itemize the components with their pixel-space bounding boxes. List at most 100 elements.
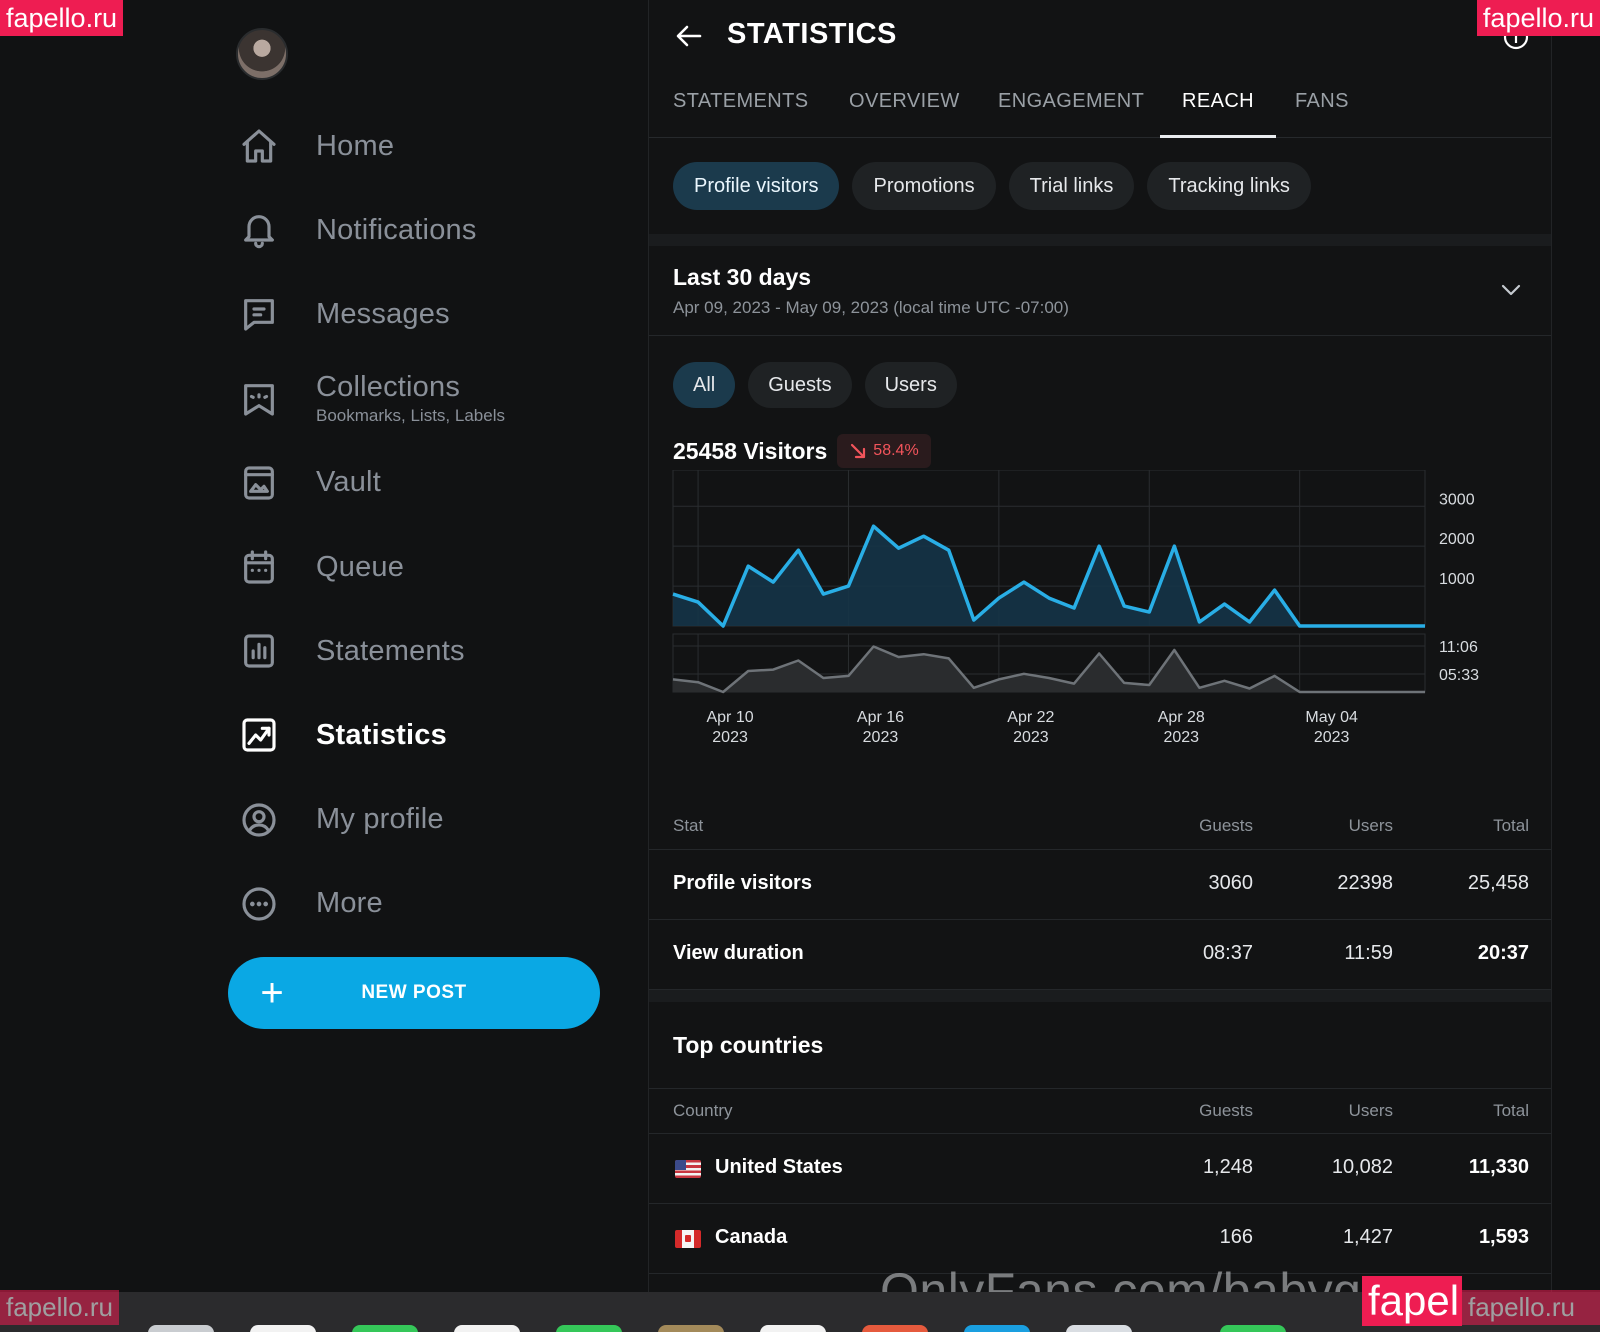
countries-table-header: Country Guests Users Total — [649, 1088, 1551, 1134]
dock-app-icon[interactable] — [964, 1325, 1030, 1332]
tab-overview[interactable]: OVERVIEW — [849, 90, 960, 138]
new-post-label: NEW POST — [361, 982, 467, 1003]
sidebar-item-more[interactable]: More — [236, 862, 616, 946]
chevron-down-icon — [1497, 276, 1525, 304]
dock-app-icon[interactable] — [760, 1325, 826, 1332]
us-flag-icon — [675, 1160, 701, 1178]
country-guests: 166 — [1219, 1226, 1253, 1248]
sidebar-item-collections[interactable]: Collections Bookmarks, Lists, Labels — [236, 357, 616, 441]
section-title: Top countries — [673, 1032, 824, 1058]
watermark-bottom-big: fapel — [1362, 1276, 1462, 1327]
sidebar-item-statements[interactable]: Statements — [236, 609, 616, 693]
dock-app-icon[interactable] — [250, 1325, 316, 1332]
stat-guests: 3060 — [1208, 872, 1254, 894]
sidebar-item-label: More — [316, 887, 383, 920]
back-arrow-icon[interactable] — [673, 20, 705, 52]
y-tick-label: 3000 — [1439, 491, 1475, 508]
tab-fans[interactable]: FANS — [1295, 90, 1349, 138]
tab-bar: STATEMENTS OVERVIEW ENGAGEMENT REACH FAN… — [649, 78, 1551, 138]
stat-name: Profile visitors — [673, 872, 812, 894]
area-fill-secondary — [673, 646, 1425, 692]
sidebar: Home Notifications Messages Collections … — [0, 0, 648, 1292]
tab-reach[interactable]: REACH — [1159, 90, 1277, 138]
col-guests: Guests — [1199, 1101, 1253, 1120]
sidebar-item-label: Collections — [316, 371, 461, 404]
sidebar-nav: Home Notifications Messages Collections … — [236, 104, 616, 946]
chip-trial-links[interactable]: Trial links — [1008, 162, 1135, 210]
dock-app-icon[interactable] — [1066, 1325, 1132, 1332]
dock-app-icon[interactable] — [148, 1325, 214, 1332]
tab-engagement[interactable]: ENGAGEMENT — [998, 90, 1144, 138]
sidebar-item-messages[interactable]: Messages — [236, 272, 616, 356]
table-row: United States 1,248 10,082 11,330 — [649, 1134, 1551, 1204]
stat-users: 22398 — [1337, 872, 1393, 894]
country-total: 1,593 — [1478, 1226, 1529, 1248]
x-tick-label: Apr 22 — [1007, 709, 1054, 726]
col-total: Total — [1493, 816, 1529, 835]
filter-all[interactable]: All — [673, 362, 736, 408]
visitors-summary: 25458 Visitors 58.4% — [673, 434, 931, 468]
y-tick-label: 05:33 — [1439, 667, 1479, 684]
audience-filter: All Guests Users — [673, 362, 957, 408]
date-range-selector[interactable]: Last 30 days Apr 09, 2023 - May 09, 2023… — [649, 246, 1551, 336]
sidebar-item-label: Statistics — [316, 718, 447, 751]
sidebar-item-label: Statements — [316, 634, 465, 667]
ca-flag-icon — [675, 1230, 701, 1248]
sidebar-item-label: My profile — [316, 803, 444, 836]
chip-tracking-links[interactable]: Tracking links — [1147, 162, 1311, 210]
statistics-panel: STATISTICS STATEMENTS OVERVIEW ENGAGEMEN… — [648, 0, 1552, 1292]
filter-guests[interactable]: Guests — [748, 362, 852, 408]
sidebar-item-queue[interactable]: Queue — [236, 525, 616, 609]
new-post-button[interactable]: + NEW POST — [228, 957, 600, 1029]
x-tick-label: 2023 — [863, 729, 899, 746]
dock-app-icon[interactable] — [556, 1325, 622, 1332]
table-row: Profile visitors 3060 22398 25,458 — [649, 850, 1551, 920]
page-title: STATISTICS — [727, 18, 897, 50]
watermark-bottom-left: fapello.ru — [0, 1290, 119, 1326]
chip-profile-visitors[interactable]: Profile visitors — [673, 162, 840, 210]
dock-app-icon[interactable] — [352, 1325, 418, 1332]
header: STATISTICS — [649, 0, 1551, 72]
sidebar-item-label: Vault — [316, 466, 381, 499]
stat-total: 25,458 — [1467, 872, 1529, 894]
dock-app-icon[interactable] — [862, 1325, 928, 1332]
x-tick-label: 2023 — [712, 729, 748, 746]
message-icon — [236, 291, 282, 337]
sidebar-item-home[interactable]: Home — [236, 104, 616, 188]
watermark-top-left: fapello.ru — [0, 0, 124, 37]
x-tick-label: 2023 — [1314, 729, 1350, 746]
col-users: Users — [1348, 816, 1393, 835]
visitors-count: 25458 Visitors — [673, 437, 828, 464]
visitors-chart[interactable]: 3000 2000 1000 11:06 05:33 Apr 10 2023 Apr 16 20… — [649, 469, 1551, 770]
tab-statements[interactable]: STATEMENTS — [673, 90, 808, 138]
sidebar-item-label: Queue — [316, 550, 405, 583]
col-stat: Stat — [673, 816, 704, 835]
sidebar-item-notifications[interactable]: Notifications — [236, 188, 616, 272]
date-range-label: Last 30 days — [673, 264, 812, 290]
dock-app-icon[interactable] — [658, 1325, 724, 1332]
home-icon — [236, 123, 282, 169]
trend-down-icon — [851, 443, 866, 459]
area-fill — [673, 526, 1425, 626]
x-tick-label: Apr 16 — [857, 709, 904, 726]
country-name: United States — [715, 1156, 843, 1178]
sidebar-item-label: Home — [316, 129, 395, 162]
sidebar-item-statistics[interactable]: Statistics — [236, 693, 616, 777]
dock-app-icon[interactable] — [1220, 1325, 1286, 1332]
sidebar-item-vault[interactable]: Vault — [236, 441, 616, 525]
x-tick-label: Apr 28 — [1158, 709, 1205, 726]
chart-svg: 3000 2000 1000 11:06 05:33 Apr 10 2023 Apr 16 20… — [672, 469, 1479, 746]
avatar[interactable] — [236, 28, 288, 80]
sidebar-item-my-profile[interactable]: My profile — [236, 778, 616, 862]
dock-app-icon[interactable] — [454, 1325, 520, 1332]
x-tick-label: Apr 10 — [706, 709, 753, 726]
stat-users: 11:59 — [1344, 942, 1393, 964]
filter-users[interactable]: Users — [864, 362, 957, 408]
x-tick-label: 2023 — [1163, 729, 1199, 746]
country-total: 11,330 — [1468, 1156, 1529, 1178]
change-badge: 58.4% — [837, 434, 931, 468]
calendar-icon — [236, 544, 282, 590]
chip-promotions[interactable]: Promotions — [852, 162, 996, 210]
profile-icon — [236, 797, 282, 843]
y-tick-label: 11:06 — [1439, 639, 1478, 656]
